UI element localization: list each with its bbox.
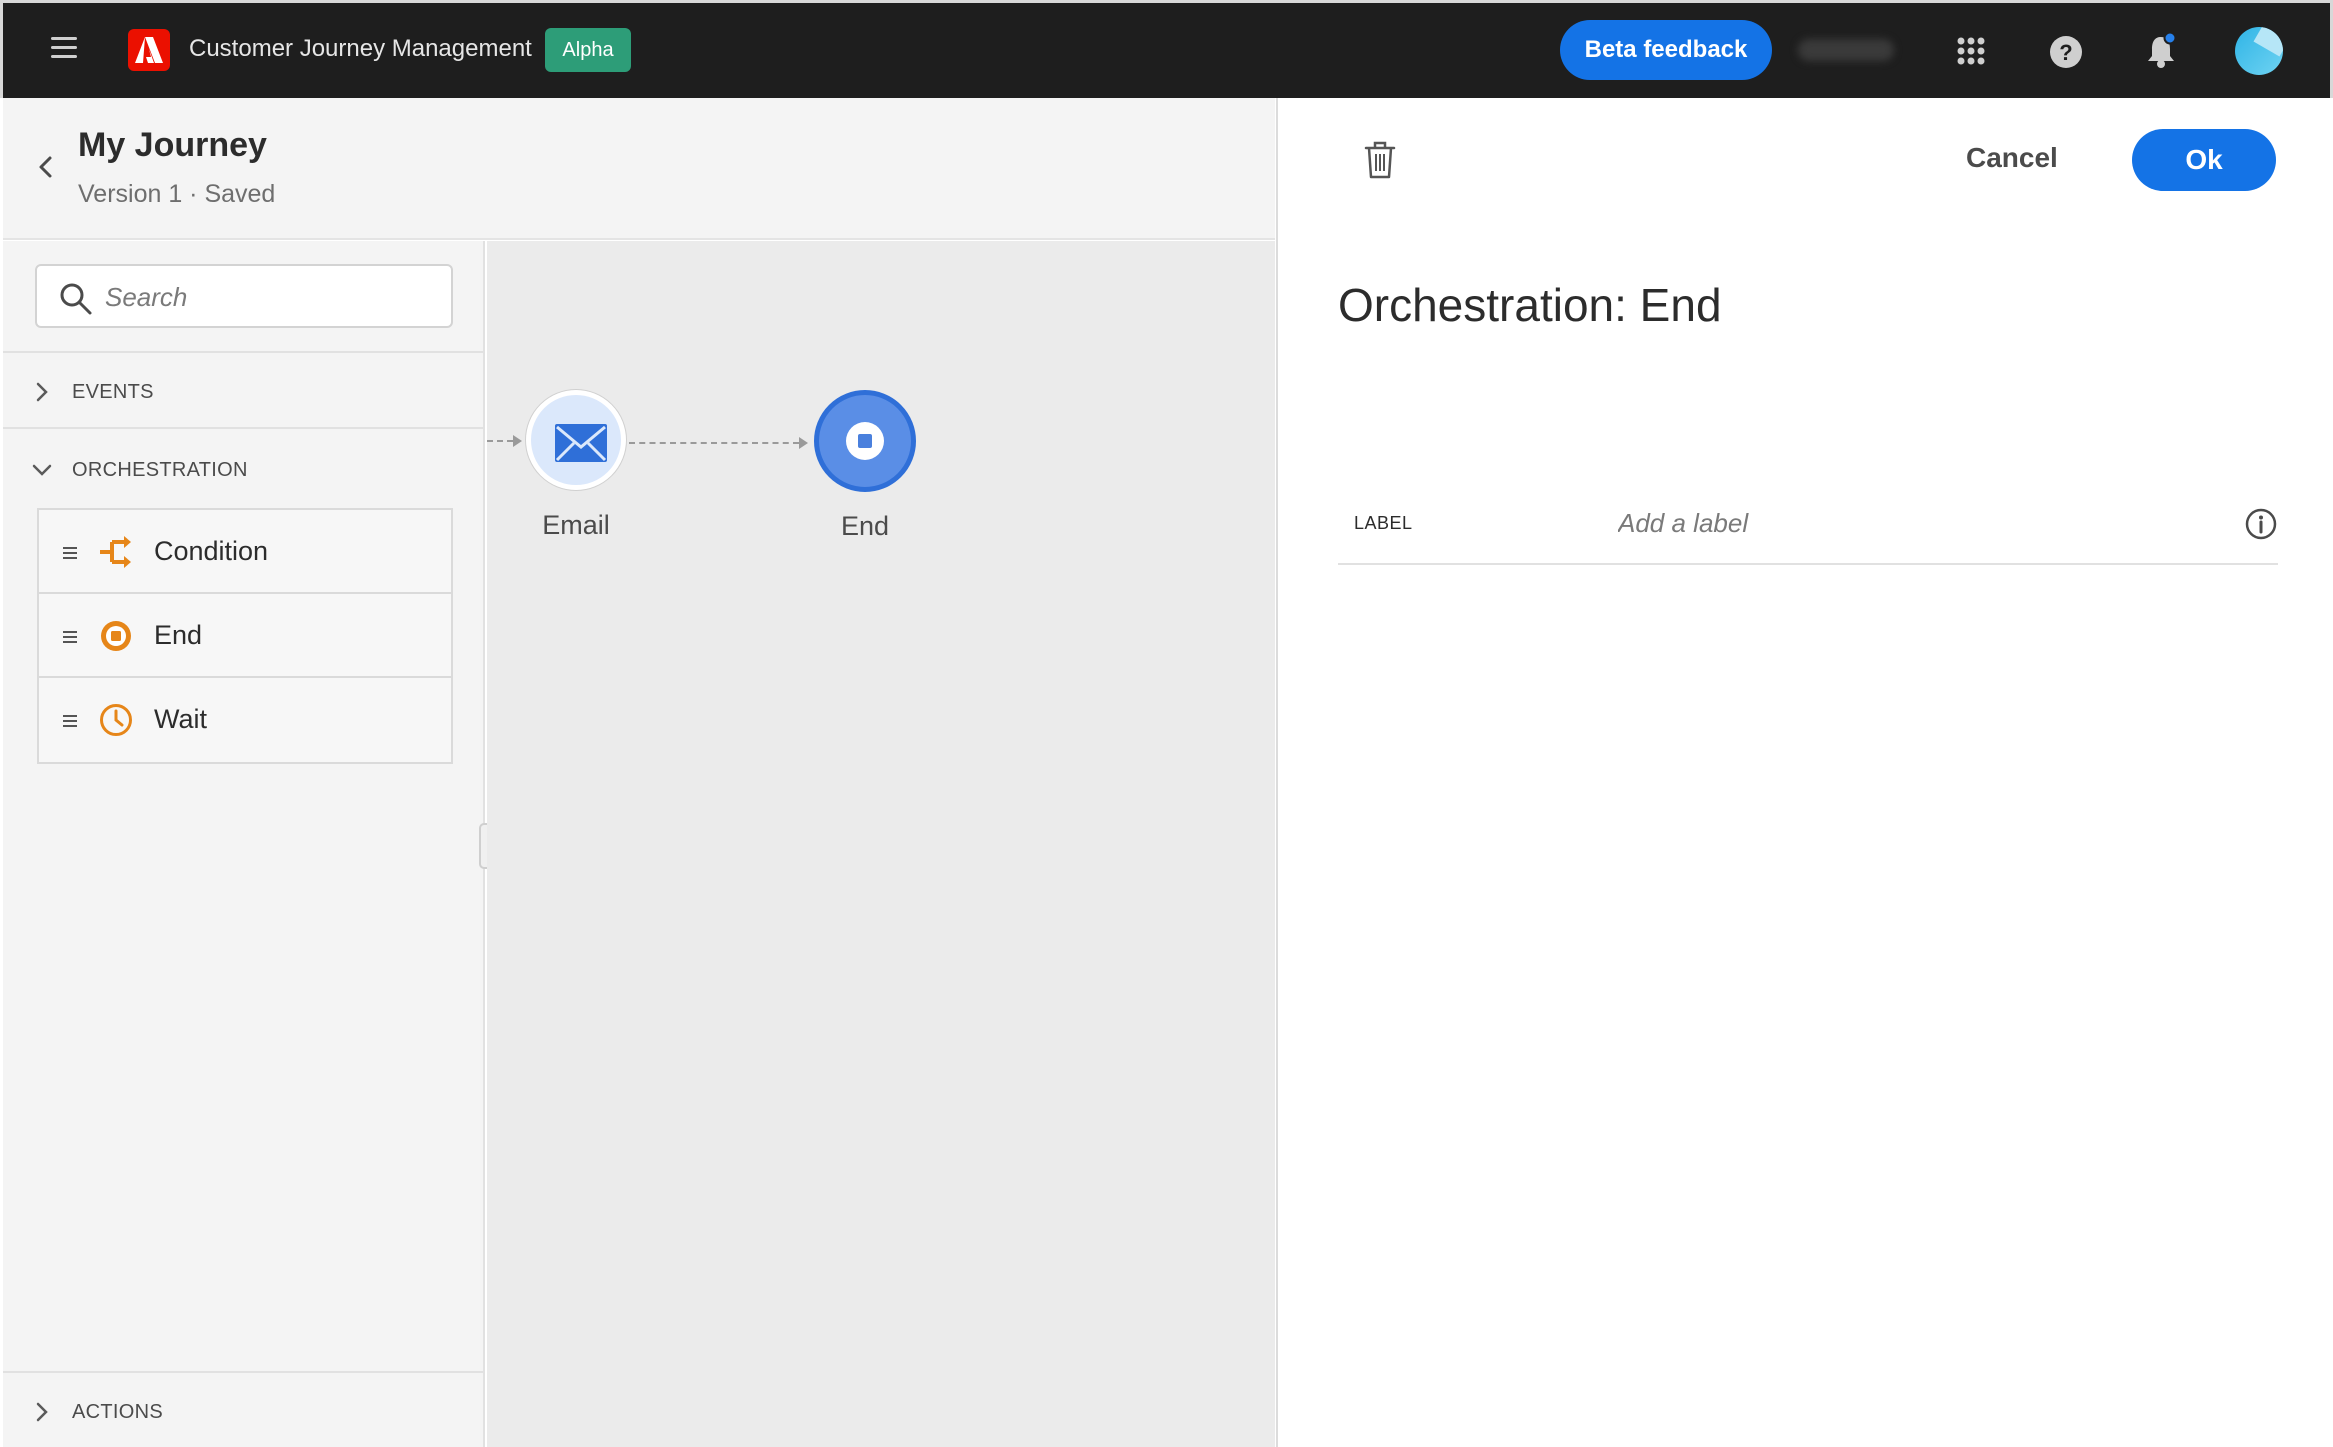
- end-label: End: [154, 620, 203, 650]
- org-switcher[interactable]: [1798, 39, 1894, 61]
- list-item-wait[interactable]: Wait: [39, 678, 451, 762]
- adobe-logo[interactable]: [128, 29, 170, 71]
- journey-status: Version 1 · Saved: [78, 180, 276, 208]
- drag-handle-icon[interactable]: [63, 715, 77, 730]
- alpha-badge: Alpha: [545, 28, 631, 72]
- journey-canvas[interactable]: Email End: [487, 241, 1275, 1447]
- search-box: [35, 264, 453, 328]
- email-icon: [555, 424, 607, 462]
- drag-handle-icon[interactable]: [63, 631, 77, 646]
- journey-header: My Journey Version 1 · Saved: [3, 98, 1275, 240]
- help-icon[interactable]: ?: [2046, 31, 2086, 71]
- chevron-right-icon: [36, 382, 48, 402]
- search-input[interactable]: [105, 278, 435, 316]
- email-node[interactable]: [526, 390, 626, 490]
- label-field-label: LABEL: [1354, 513, 1413, 533]
- section-orchestration-label: ORCHESTRATION: [72, 459, 248, 481]
- end-node[interactable]: [814, 390, 916, 492]
- cancel-button[interactable]: Cancel: [1966, 142, 2058, 174]
- arrow-head: [799, 437, 808, 449]
- connector-line: [487, 440, 513, 442]
- chevron-right-icon: [36, 1402, 48, 1422]
- connector-line: [629, 442, 799, 444]
- end-node-label: End: [840, 511, 890, 541]
- delete-icon[interactable]: [1362, 140, 1398, 180]
- condition-icon: [100, 536, 131, 568]
- list-item-end[interactable]: End: [39, 594, 451, 678]
- panel-title: Orchestration: End: [1338, 279, 1722, 331]
- search-icon: [60, 283, 92, 315]
- activity-palette: EVENTS ORCHESTRATION Condition: [3, 241, 495, 1447]
- app-title: Customer Journey Management: [189, 35, 532, 62]
- section-orchestration[interactable]: ORCHESTRATION: [3, 431, 483, 501]
- clock-icon: [100, 704, 132, 736]
- beta-feedback-button[interactable]: Beta feedback: [1560, 20, 1772, 80]
- condition-label: Condition: [154, 536, 269, 566]
- ok-button[interactable]: Ok: [2132, 129, 2276, 191]
- email-node-label: Email: [542, 510, 610, 540]
- list-item-condition[interactable]: Condition: [39, 510, 451, 594]
- drag-handle-icon[interactable]: [63, 547, 77, 562]
- back-icon[interactable]: [33, 154, 59, 180]
- info-icon[interactable]: [2244, 507, 2278, 541]
- avatar[interactable]: [2235, 27, 2283, 75]
- end-icon: [101, 621, 131, 651]
- section-events-label: EVENTS: [72, 381, 154, 403]
- bell-icon[interactable]: [2141, 31, 2181, 71]
- chevron-down-icon: [32, 464, 52, 476]
- properties-panel: Cancel Ok Orchestration: End LABEL: [1276, 98, 2333, 1447]
- section-actions[interactable]: ACTIONS: [3, 1371, 483, 1447]
- arrow-head: [513, 435, 522, 447]
- section-actions-label: ACTIONS: [72, 1401, 163, 1423]
- orchestration-list: Condition End Wait: [37, 508, 453, 764]
- apps-icon[interactable]: [1951, 31, 1991, 71]
- label-field-row: LABEL: [1338, 483, 2278, 565]
- menu-icon[interactable]: [51, 37, 77, 59]
- svg-text:?: ?: [2059, 40, 2072, 65]
- top-bar: Customer Journey Management Alpha Beta f…: [0, 0, 2333, 98]
- label-input[interactable]: [1618, 501, 2178, 545]
- wait-label: Wait: [154, 704, 207, 734]
- stop-icon: [846, 422, 884, 460]
- journey-title: My Journey: [78, 126, 267, 164]
- section-events[interactable]: EVENTS: [3, 351, 483, 429]
